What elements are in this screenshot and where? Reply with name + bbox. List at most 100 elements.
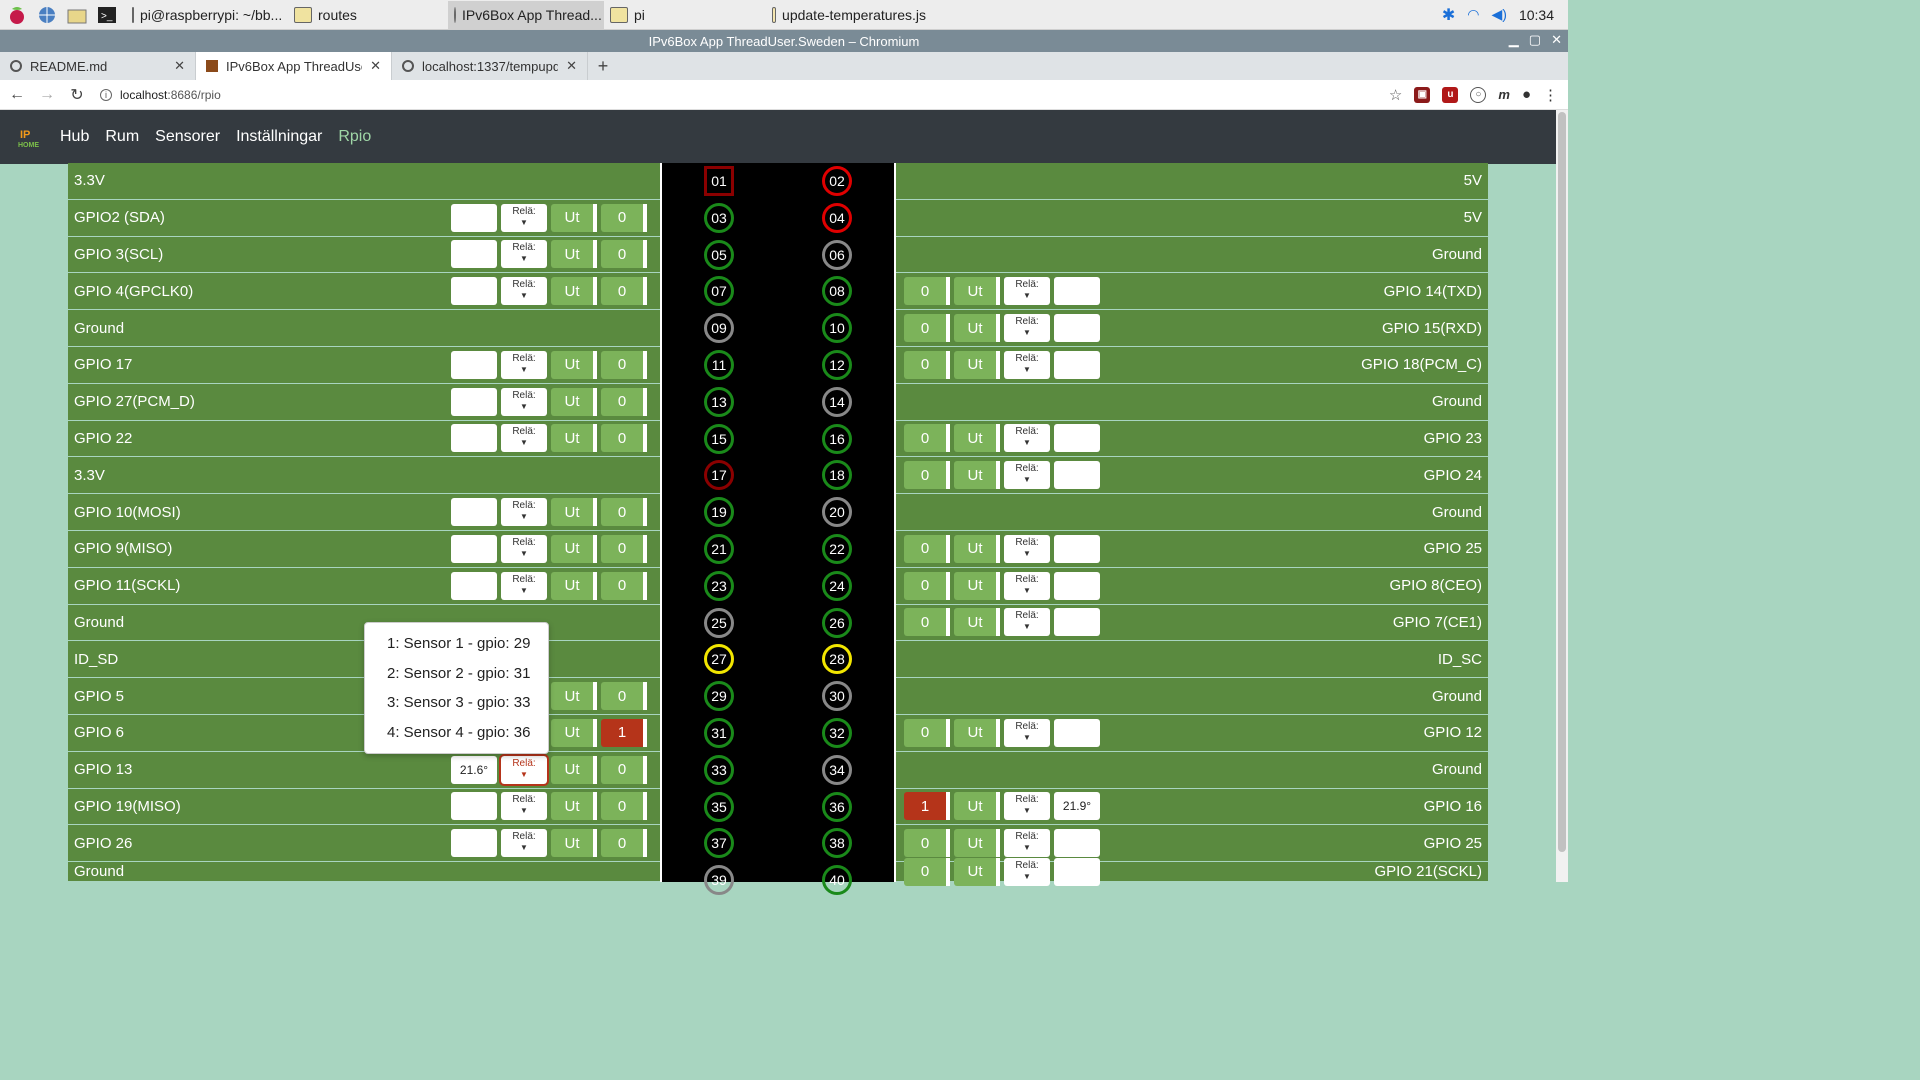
pin-number[interactable]: 10: [822, 313, 852, 344]
info-icon[interactable]: i: [100, 88, 112, 101]
sensor-value-field[interactable]: [1054, 350, 1100, 379]
file-manager-icon[interactable]: [64, 3, 90, 27]
direction-out-button[interactable]: Ut: [551, 277, 597, 306]
extension-circle-icon[interactable]: ○: [1470, 86, 1487, 103]
pin-number[interactable]: 38: [822, 828, 852, 859]
pin-number[interactable]: 39: [704, 865, 734, 896]
nav-link-sensorer[interactable]: Sensorer: [155, 128, 220, 146]
pin-state-toggle[interactable]: 0: [601, 571, 647, 600]
direction-out-button[interactable]: Ut: [551, 424, 597, 453]
pin-number[interactable]: 34: [822, 754, 852, 785]
pin-state-toggle[interactable]: 1: [904, 792, 950, 821]
pin-number[interactable]: 26: [822, 607, 852, 638]
pin-number[interactable]: 21: [704, 533, 734, 564]
wifi-icon[interactable]: ◠: [1467, 6, 1479, 23]
direction-out-button[interactable]: Ut: [954, 608, 1000, 637]
pin-state-toggle[interactable]: 0: [601, 240, 647, 269]
sensor-value-field[interactable]: [1054, 424, 1100, 453]
sensor-value-field[interactable]: 21.6°: [451, 755, 497, 784]
direction-out-button[interactable]: Ut: [954, 461, 1000, 490]
pin-state-toggle[interactable]: 0: [601, 387, 647, 416]
web-browser-icon[interactable]: [34, 3, 60, 27]
pin-number[interactable]: 19: [704, 497, 734, 528]
sensor-value-field[interactable]: 21.9°: [1054, 792, 1100, 821]
back-icon[interactable]: ←: [4, 82, 30, 108]
bluetooth-icon[interactable]: ✱: [1442, 5, 1455, 25]
direction-out-button[interactable]: Ut: [954, 277, 1000, 306]
direction-out-button[interactable]: Ut: [551, 682, 597, 711]
rela-select[interactable]: Relä:▼: [501, 387, 547, 416]
tab-close-icon[interactable]: ✕: [174, 58, 185, 74]
rela-select[interactable]: Relä:▼: [1004, 350, 1050, 379]
extension-red-icon[interactable]: ▣: [1414, 86, 1431, 103]
sensor-value-field[interactable]: [451, 792, 497, 821]
pin-number[interactable]: 03: [704, 202, 734, 233]
sensor-value-field[interactable]: [451, 277, 497, 306]
pin-state-toggle[interactable]: 0: [904, 608, 950, 637]
pin-number[interactable]: 02: [822, 166, 852, 196]
browser-tab[interactable]: localhost:1337/tempupd ✕: [392, 52, 588, 80]
pin-number[interactable]: 22: [822, 533, 852, 564]
address-bar[interactable]: i localhost:8686/rpio: [100, 88, 221, 102]
pin-number[interactable]: 17: [704, 460, 734, 491]
direction-out-button[interactable]: Ut: [954, 534, 1000, 563]
pin-state-toggle[interactable]: 0: [601, 534, 647, 563]
pin-state-toggle[interactable]: 0: [904, 829, 950, 858]
rela-select[interactable]: Relä:▼: [1004, 857, 1050, 886]
rela-select[interactable]: Relä:▼: [1004, 829, 1050, 858]
rela-select[interactable]: Relä:▼: [501, 240, 547, 269]
close-window-icon[interactable]: ✕: [1551, 32, 1562, 48]
direction-out-button[interactable]: Ut: [551, 498, 597, 527]
direction-out-button[interactable]: Ut: [954, 857, 1000, 886]
pin-number[interactable]: 27: [704, 644, 734, 675]
pin-number[interactable]: 36: [822, 791, 852, 822]
pin-state-toggle[interactable]: 0: [601, 755, 647, 784]
rela-select[interactable]: Relä:▼: [1004, 718, 1050, 747]
direction-out-button[interactable]: Ut: [551, 350, 597, 379]
rela-select[interactable]: Relä:▼: [501, 792, 547, 821]
rela-select[interactable]: Relä:▼: [501, 350, 547, 379]
pin-state-toggle[interactable]: 0: [601, 277, 647, 306]
pin-state-toggle[interactable]: 0: [904, 277, 950, 306]
pin-number[interactable]: 09: [704, 313, 734, 344]
pin-number[interactable]: 07: [704, 276, 734, 307]
rela-select[interactable]: Relä:▼: [1004, 571, 1050, 600]
maximize-icon[interactable]: ▢: [1529, 32, 1541, 48]
pin-state-toggle[interactable]: 0: [601, 350, 647, 379]
direction-out-button[interactable]: Ut: [551, 718, 597, 747]
bookmark-star-icon[interactable]: ☆: [1389, 86, 1402, 104]
rela-select[interactable]: Relä:▼: [501, 277, 547, 306]
volume-icon[interactable]: ◀): [1492, 6, 1507, 23]
new-tab-button[interactable]: +: [588, 52, 618, 80]
pin-number[interactable]: 01: [704, 166, 734, 196]
sensor-value-field[interactable]: [451, 350, 497, 379]
sensor-value-field[interactable]: [1054, 829, 1100, 858]
pin-number[interactable]: 23: [704, 570, 734, 601]
pin-number[interactable]: 14: [822, 386, 852, 417]
direction-out-button[interactable]: Ut: [954, 424, 1000, 453]
direction-out-button[interactable]: Ut: [551, 829, 597, 858]
sensor-option[interactable]: 4: Sensor 4 - gpio: 36: [365, 718, 548, 748]
sensor-value-field[interactable]: [451, 203, 497, 232]
pin-state-toggle[interactable]: 0: [904, 350, 950, 379]
rela-select[interactable]: Relä:▼: [501, 424, 547, 453]
scrollbar-thumb[interactable]: [1558, 112, 1566, 852]
direction-out-button[interactable]: Ut: [551, 387, 597, 416]
nav-link-rpio[interactable]: Rpio: [338, 128, 371, 146]
pin-number[interactable]: 16: [822, 423, 852, 454]
sensor-value-field[interactable]: [1054, 718, 1100, 747]
rela-select[interactable]: Relä:▼: [501, 534, 547, 563]
app-logo[interactable]: IP HOME: [16, 124, 42, 150]
pin-state-toggle[interactable]: 0: [904, 314, 950, 343]
pin-number[interactable]: 11: [704, 349, 734, 380]
pin-number[interactable]: 08: [822, 276, 852, 307]
pin-number[interactable]: 37: [704, 828, 734, 859]
nav-link-inställningar[interactable]: Inställningar: [236, 128, 322, 146]
clock[interactable]: 10:34: [1519, 7, 1554, 23]
browser-tab[interactable]: IPv6Box App ThreadUser ✕: [196, 52, 392, 80]
direction-out-button[interactable]: Ut: [954, 350, 1000, 379]
pin-number[interactable]: 33: [704, 754, 734, 785]
rela-select[interactable]: Relä:▼: [501, 498, 547, 527]
pin-state-toggle[interactable]: 0: [904, 718, 950, 747]
profile-icon[interactable]: ●: [1522, 86, 1531, 103]
